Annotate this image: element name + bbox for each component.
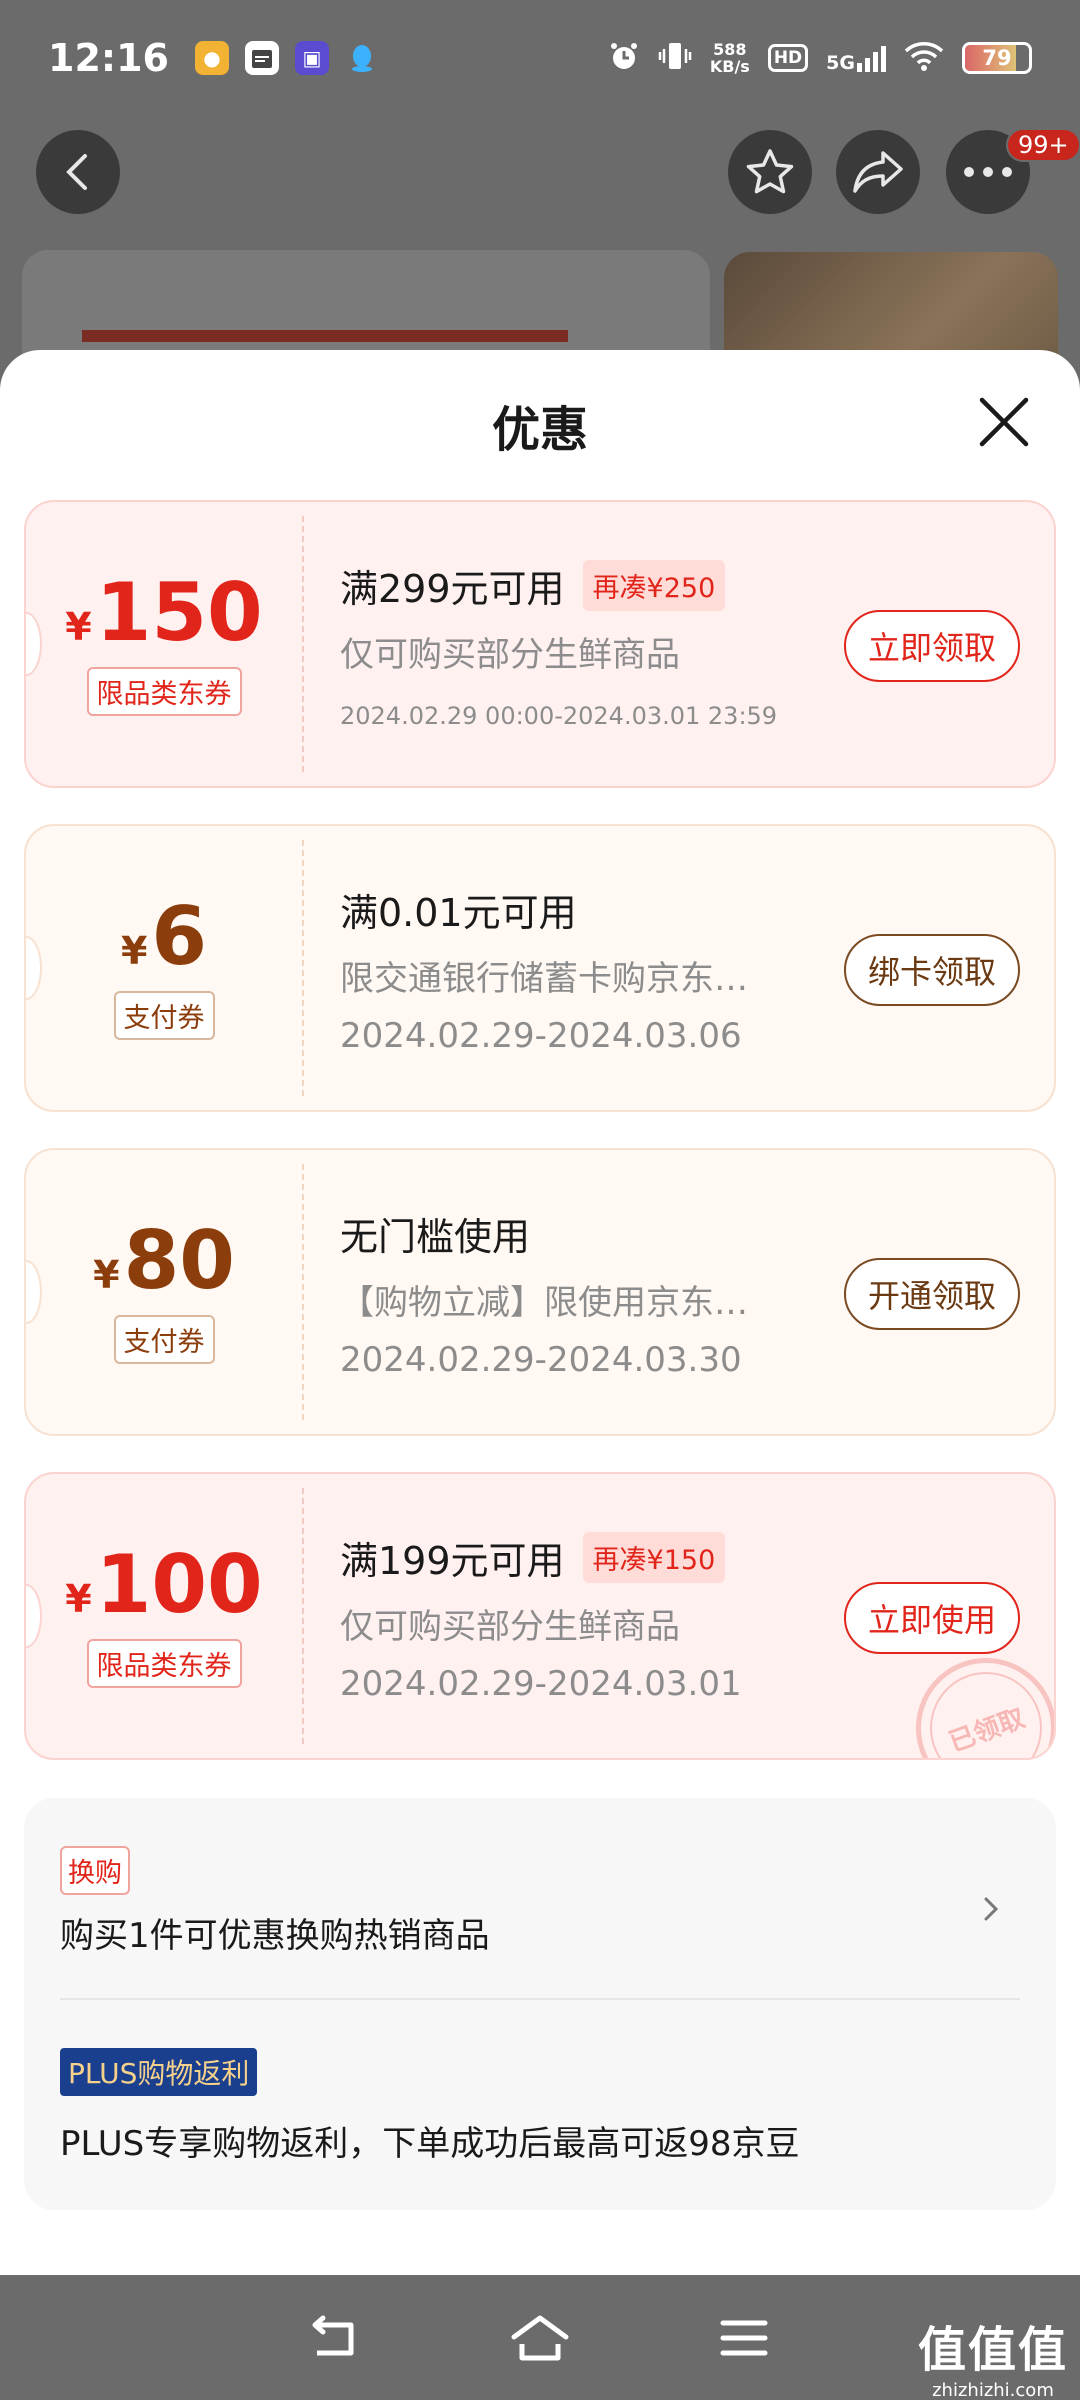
- coupon-card: ¥ 100 限品类东券 满199元可用 再凑¥150 仅可购买部分生鲜商品 20…: [24, 1472, 1056, 1760]
- add-more-tag: 再凑¥250: [582, 560, 726, 611]
- coupon-validity: 2024.02.29-2024.03.01: [340, 1664, 742, 1704]
- network-type: 5G: [826, 51, 855, 74]
- coupon-condition: 无门槛使用: [340, 1215, 531, 1259]
- currency-symbol: ¥: [65, 604, 92, 649]
- watermark: 值值值 zhizhizhi.com: [918, 2310, 1068, 2400]
- discount-sheet: 优惠 ¥ 150 限品类东券 满299元可用 再凑¥250 仅可购买部分生鲜商品…: [0, 350, 1080, 2275]
- promotion-info-box: 换购 购买1件可优惠换购热销商品 PLUS购物返利 PLUS专享购物返利，下单成…: [24, 1798, 1056, 2210]
- cart-badge: 99+: [1006, 128, 1080, 162]
- coupon-value: ¥ 80 支付券: [26, 1150, 302, 1434]
- exchange-text: 购买1件可优惠换购热销商品: [60, 1916, 490, 1956]
- coupon-details: 满0.01元可用 限交通银行储蓄卡购京东… 2024.02.29-2024.03…: [340, 882, 820, 1056]
- activate-claim-button[interactable]: 开通领取: [843, 1258, 1020, 1330]
- speed-unit: KB/s: [709, 56, 750, 76]
- watermark-logo: 值值值: [917, 2322, 1068, 2378]
- share-button[interactable]: [836, 130, 920, 214]
- status-bar: 12:16 ● ▣ 588 KB/s HD 5G 79: [0, 0, 1080, 115]
- alarm-icon: [608, 40, 640, 76]
- divider: [60, 1998, 1020, 2000]
- hd-badge: HD: [767, 43, 809, 72]
- status-right: 588 KB/s HD 5G 79: [608, 40, 1032, 76]
- coupon-description: 限交通银行储蓄卡购京东…: [340, 959, 748, 999]
- close-button[interactable]: [976, 394, 1032, 450]
- coupon-description: 【购物立减】限使用京东…: [340, 1283, 748, 1323]
- coupon-validity: 2024.02.29-2024.03.06: [340, 1016, 742, 1056]
- coupon-amount: 100: [95, 1537, 263, 1631]
- bind-card-claim-button[interactable]: 绑卡领取: [843, 934, 1020, 1006]
- vibrate-icon: [658, 40, 692, 76]
- coupon-condition: 满299元可用: [340, 567, 565, 611]
- calendar-icon: [244, 40, 279, 75]
- cell-signal: 5G: [826, 44, 886, 72]
- notification-icons: ● ▣: [194, 40, 379, 75]
- claim-button[interactable]: 立即领取: [843, 610, 1020, 682]
- back-icon: [312, 2315, 354, 2355]
- home-icon: [511, 2315, 569, 2360]
- share-icon: [853, 151, 903, 193]
- coupon-value: ¥ 150 限品类东券: [26, 502, 302, 786]
- coupon-card: ¥ 150 限品类东券 满299元可用 再凑¥250 仅可购买部分生鲜商品 20…: [24, 500, 1056, 788]
- wifi-icon: [904, 40, 944, 76]
- menu-icon: [720, 2320, 768, 2355]
- exchange-tag: 换购: [60, 1846, 130, 1895]
- coupon-card: ¥ 80 支付券 无门槛使用 【购物立减】限使用京东… 2024.02.29-2…: [24, 1148, 1056, 1436]
- coupon-details: 满199元可用 再凑¥150 仅可购买部分生鲜商品 2024.02.29-202…: [340, 1530, 820, 1704]
- use-now-button[interactable]: 立即使用: [843, 1582, 1020, 1654]
- signal-icon: [857, 44, 886, 72]
- favorite-button[interactable]: [728, 130, 812, 214]
- app-icon-1: ●: [194, 40, 229, 75]
- coupon-validity: 2024.02.29-2024.03.30: [340, 1340, 742, 1380]
- sheet-title: 优惠: [491, 402, 588, 458]
- coupon-details: 无门槛使用 【购物立减】限使用京东… 2024.02.29-2024.03.30: [340, 1206, 820, 1380]
- nav-home-button[interactable]: [508, 2306, 572, 2370]
- exchange-row[interactable]: 换购 购买1件可优惠换购热销商品: [24, 1798, 1056, 1998]
- qq-icon: [345, 41, 379, 75]
- close-icon: [979, 397, 1029, 447]
- coupon-value: ¥ 100 限品类东券: [26, 1474, 302, 1758]
- network-speed: 588 KB/s: [710, 41, 750, 75]
- coupon-condition: 满0.01元可用: [340, 891, 577, 935]
- claimed-stamp-text: 已领取: [914, 1656, 1054, 1758]
- coupon-validity: 2024.02.29 00:00-2024.03.01 23:59: [340, 702, 778, 730]
- coupon-type-tag: 支付券: [113, 1314, 215, 1364]
- plus-rebate-text: PLUS专享购物返利，下单成功后最高可返98京豆: [60, 2124, 800, 2164]
- coupon-condition: 满199元可用: [340, 1539, 565, 1583]
- coupon-amount: 80: [123, 1213, 235, 1307]
- currency-symbol: ¥: [120, 928, 148, 973]
- coupon-value: ¥ 6 支付券: [26, 826, 302, 1110]
- status-time: 12:16: [48, 35, 169, 80]
- coupon-details: 满299元可用 再凑¥250 仅可购买部分生鲜商品 2024.02.29 00:…: [340, 558, 820, 730]
- currency-symbol: ¥: [93, 1252, 120, 1297]
- star-icon: [746, 149, 794, 194]
- coupon-type-tag: 支付券: [113, 990, 215, 1040]
- currency-symbol: ¥: [65, 1576, 92, 1621]
- coupon-amount: 6: [151, 889, 208, 983]
- coupon-description: 仅可购买部分生鲜商品: [340, 1607, 680, 1647]
- plus-rebate-tag: PLUS购物返利: [60, 2048, 258, 2096]
- nav-back-button[interactable]: [304, 2306, 368, 2370]
- app-icon-2: ▣: [294, 40, 329, 75]
- chevron-right-icon: [984, 1897, 999, 1921]
- nav-menu-button[interactable]: [712, 2306, 776, 2370]
- claimed-stamp: 已领取: [896, 1638, 1054, 1758]
- coupon-amount: 150: [95, 565, 263, 659]
- coupon-card: ¥ 6 支付券 满0.01元可用 限交通银行储蓄卡购京东… 2024.02.29…: [24, 824, 1056, 1112]
- back-button[interactable]: [36, 130, 120, 214]
- more-icon: [964, 167, 1012, 177]
- coupon-type-tag: 限品类东券: [86, 1638, 242, 1688]
- battery-icon: 79: [962, 41, 1032, 74]
- coupon-type-tag: 限品类东券: [86, 666, 242, 716]
- chevron-left-icon: [66, 154, 87, 190]
- battery-level: 79: [982, 45, 1012, 70]
- add-more-tag: 再凑¥150: [582, 1532, 726, 1583]
- speed-value: 588: [713, 39, 747, 59]
- watermark-url: zhizhizhi.com: [932, 2380, 1054, 2400]
- coupon-description: 仅可购买部分生鲜商品: [340, 635, 680, 675]
